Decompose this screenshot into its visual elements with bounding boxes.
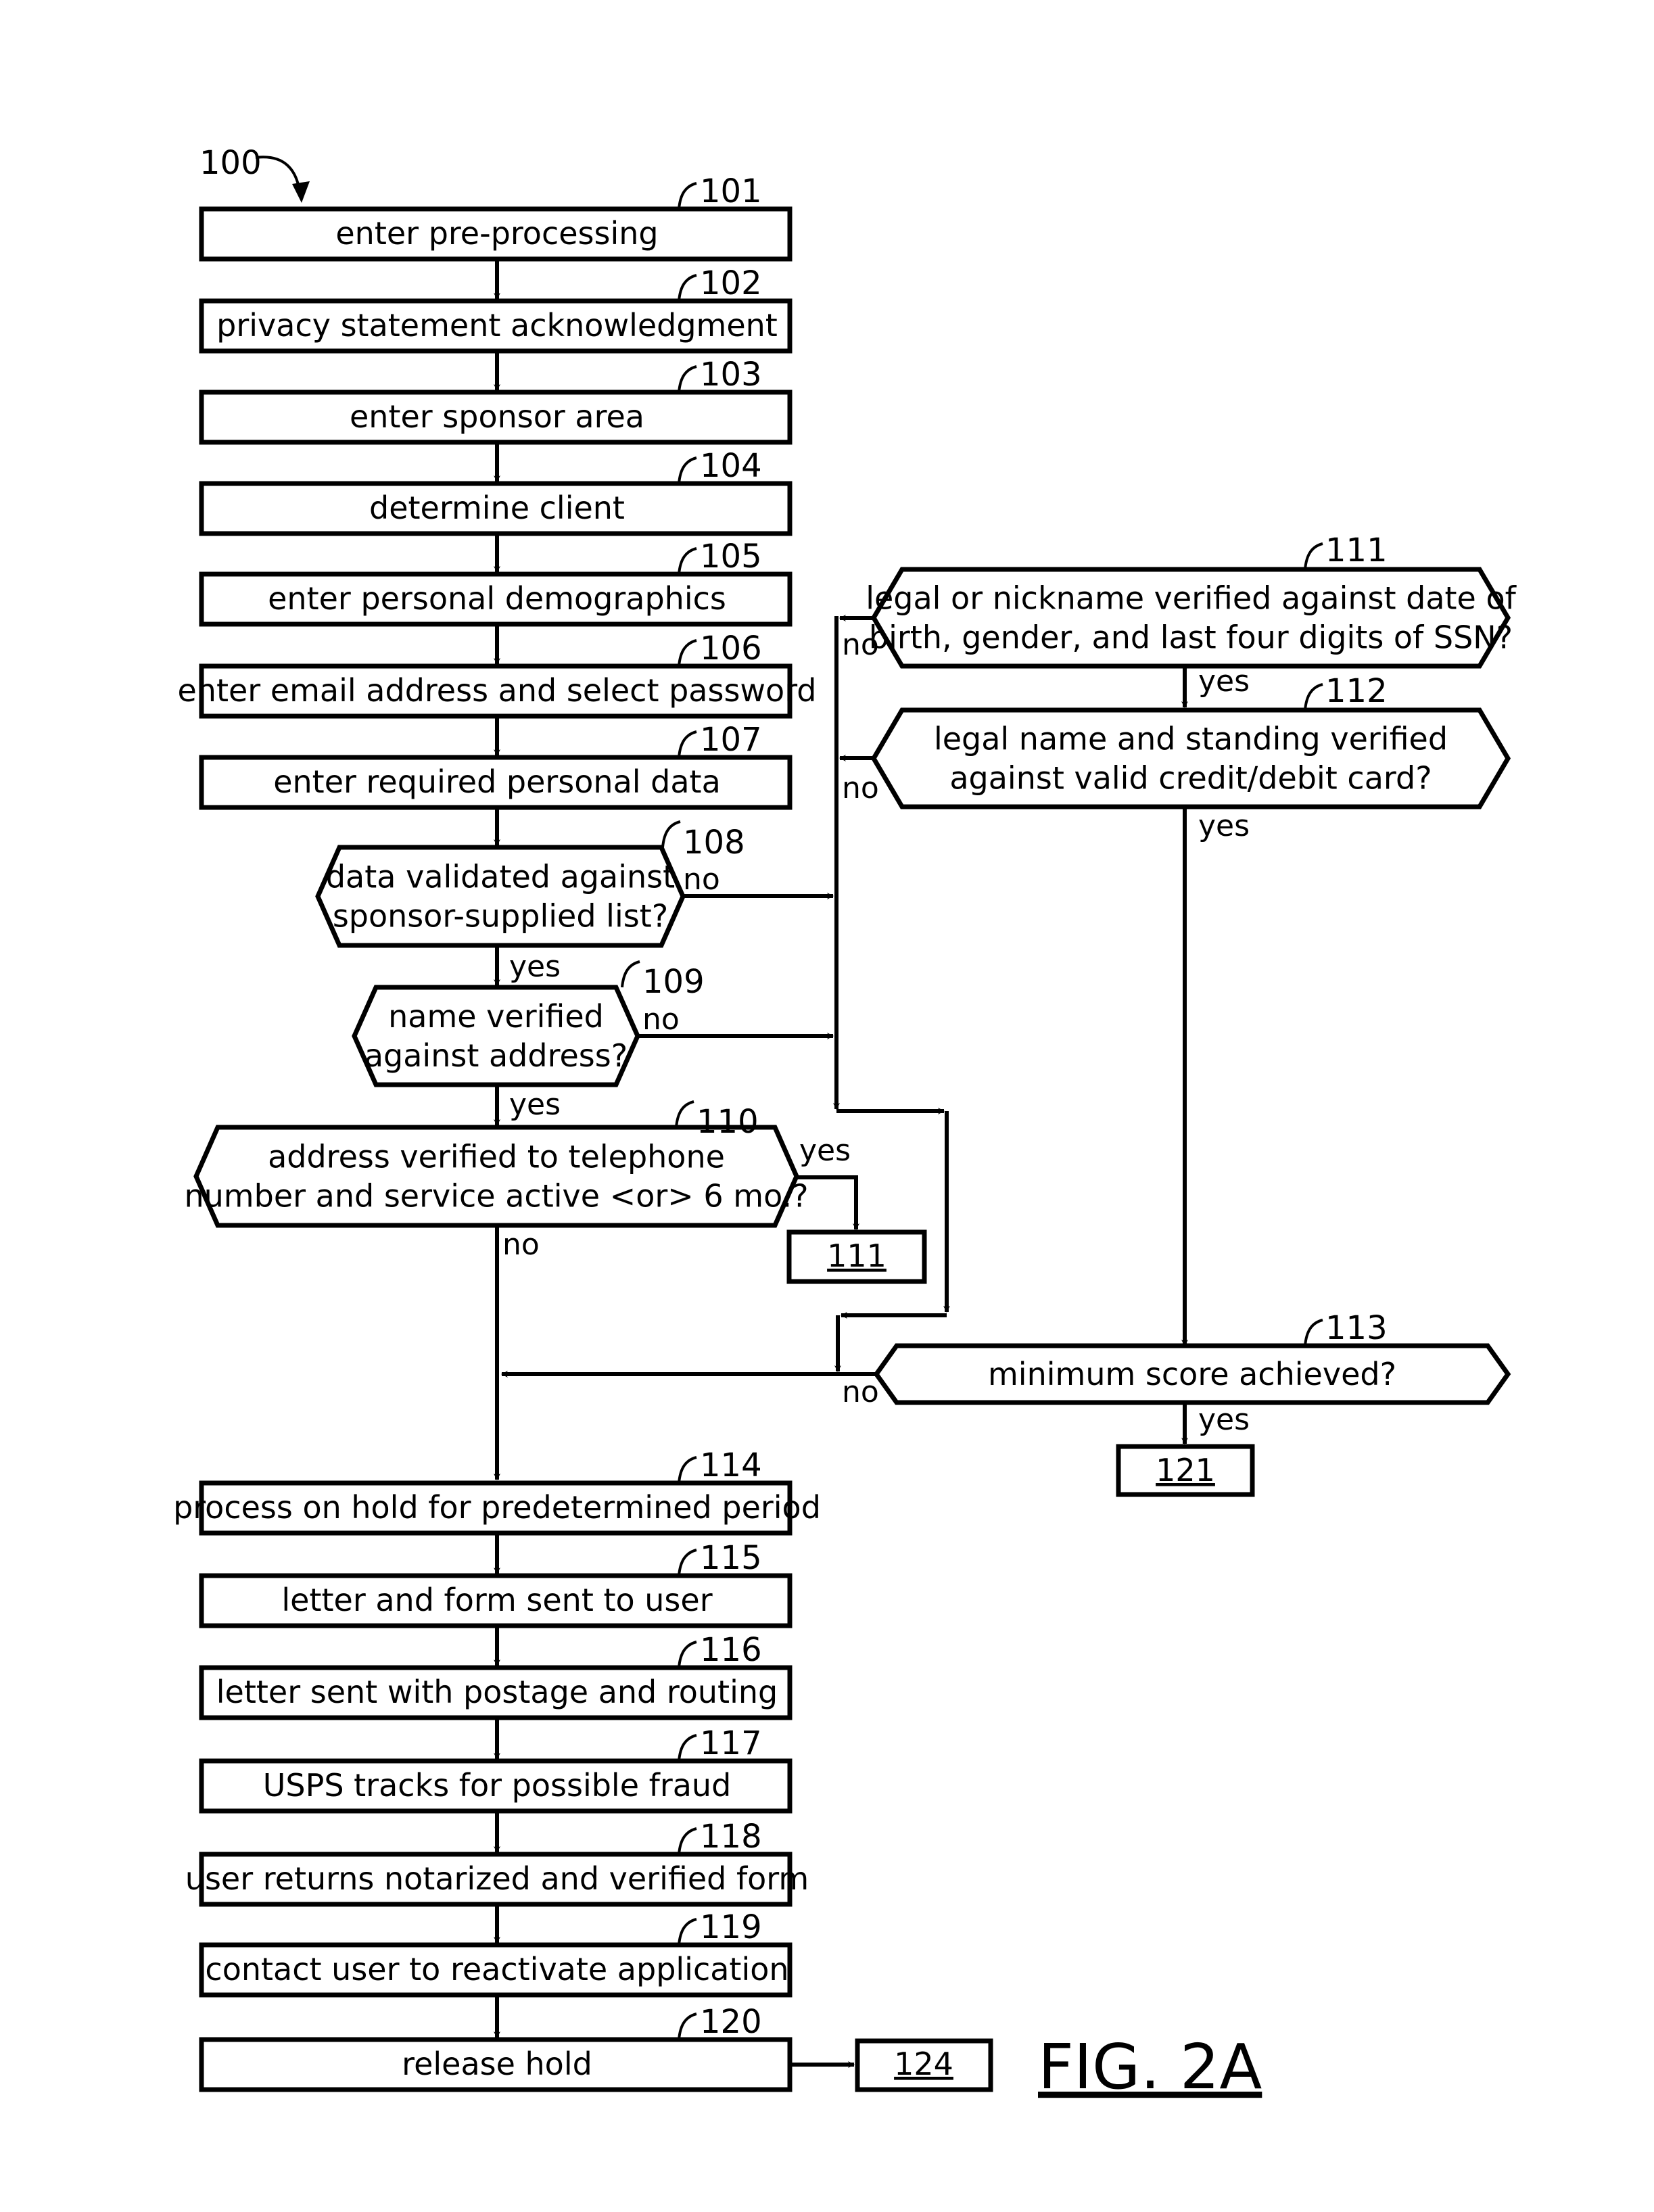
decision-text-line: legal name and standing verified: [934, 721, 1448, 757]
hold-steps: process on hold for predetermined period…: [173, 1446, 821, 2092]
no-label: no: [683, 862, 720, 897]
leader-line: [678, 1549, 697, 1576]
leader-line: [678, 547, 697, 575]
no-label: no: [842, 771, 879, 805]
decision-text-line: data validated against: [326, 859, 675, 895]
decision-ref: 112: [1325, 672, 1388, 710]
decision-text-line: sponsor-supplied list?: [333, 898, 668, 935]
step-text: enter sponsor area: [350, 398, 644, 435]
decision-108: data validated againstsponsor-supplied l…: [315, 820, 745, 986]
reference-arrow-icon: [255, 156, 302, 197]
step-ref: 116: [700, 1631, 762, 1669]
flowchart: 100 enter pre-processing 101 privacy state…: [173, 144, 1517, 2103]
step-ref: 120: [700, 2003, 762, 2041]
leader-line: [678, 2013, 697, 2040]
leader-line: [621, 960, 640, 988]
step-ref: 105: [700, 538, 762, 575]
leader-line: [678, 1641, 697, 1668]
yes-label: yes: [799, 1133, 851, 1168]
yes-label: yes: [1198, 1403, 1250, 1437]
decision-109: name verifiedagainst address? 109 yes no: [352, 960, 705, 1126]
step-ref: 118: [700, 1818, 762, 1856]
main-steps: enter pre-processing 101 privacy statement…: [178, 172, 817, 846]
leader-line: [678, 639, 697, 667]
step-ref: 115: [700, 1539, 762, 1577]
step-text: determine client: [369, 490, 625, 526]
leader-line: [678, 274, 697, 302]
step-text: process on hold for predetermined period: [173, 1489, 821, 1526]
leader-line: [661, 820, 681, 848]
leader-line: [1304, 542, 1323, 570]
decision-text-line: birth, gender, and last four digits of S…: [869, 619, 1513, 656]
step-text: contact user to reactivate application: [205, 1951, 788, 1987]
step-text: enter personal demographics: [268, 580, 726, 617]
decision-ref: 113: [1325, 1309, 1388, 1347]
figure-label: FIG. 2A: [1038, 2031, 1262, 2103]
step-text: enter pre-processing: [335, 215, 658, 252]
decision-ref: 109: [642, 963, 705, 1001]
yes-label: yes: [509, 1087, 561, 1122]
leader-line: [1304, 1319, 1323, 1346]
step-text: enter required personal data: [273, 763, 721, 800]
connector-label-124: 124: [894, 2046, 953, 2082]
step-ref: 117: [700, 1724, 762, 1762]
step-text: user returns notarized and verified form: [185, 1860, 809, 1897]
yes-label: yes: [1198, 664, 1250, 699]
decision-text-line: minimum score achieved?: [988, 1356, 1396, 1392]
leader-line: [678, 182, 697, 210]
step-ref: 114: [700, 1446, 762, 1484]
step-ref: 106: [700, 630, 762, 667]
decision-text-line: number and service active <or> 6 mo.?: [185, 1178, 809, 1215]
decision-text-line: address verified to telephone: [268, 1139, 725, 1175]
step-text: USPS tracks for possible fraud: [263, 1767, 732, 1804]
step-text: release hold: [402, 2046, 592, 2082]
figure-reference: 100: [199, 144, 262, 182]
step-text: letter and form sent to user: [281, 1582, 712, 1618]
reference-arrowhead-icon: [292, 181, 310, 203]
leader-line: [678, 365, 697, 393]
decision-ref: 110: [696, 1103, 759, 1141]
decision-text-line: against valid credit/debit card?: [949, 760, 1432, 797]
step-ref: 102: [700, 264, 762, 302]
step-ref: 101: [700, 172, 762, 210]
decision-ref: 108: [683, 824, 745, 862]
decision-113: minimum score achieved? 113 yes no: [842, 1309, 1511, 1437]
leader-line: [678, 1456, 697, 1484]
connector-label-111: 111: [827, 1238, 887, 1274]
leader-line: [678, 730, 697, 758]
step-text: letter sent with postage and routing: [216, 1674, 778, 1710]
no-label: no: [642, 1002, 680, 1037]
leader-line: [678, 1918, 697, 1946]
step-text: privacy statement acknowledgment: [216, 307, 778, 344]
yes-label: yes: [509, 949, 561, 984]
no-label: no: [502, 1227, 540, 1262]
connector-label-121: 121: [1156, 1452, 1215, 1488]
no-label: no: [842, 1375, 879, 1409]
leader-line: [675, 1100, 694, 1128]
decision-110: address verified to telephonenumber and …: [185, 1100, 851, 1262]
decision-111: legal or nickname verified against date …: [842, 532, 1517, 699]
leader-line: [678, 456, 697, 484]
decision-112: legal name and standing verifiedagainst …: [842, 672, 1511, 843]
leader-line: [678, 1734, 697, 1762]
step-ref: 104: [700, 447, 762, 485]
decision-text-line: legal or nickname verified against date …: [866, 580, 1517, 617]
step-ref: 107: [700, 721, 762, 759]
leader-line: [1304, 683, 1323, 711]
yes-label: yes: [1198, 809, 1250, 843]
step-ref: 119: [700, 1908, 762, 1946]
step-ref: 103: [700, 356, 762, 394]
decision-text-line: against address?: [364, 1037, 628, 1074]
decision-text-line: name verified: [388, 998, 604, 1035]
no-label: no: [842, 628, 879, 662]
step-text: enter email address and select password: [178, 672, 817, 709]
leader-line: [678, 1827, 697, 1855]
decision-ref: 111: [1325, 532, 1388, 569]
